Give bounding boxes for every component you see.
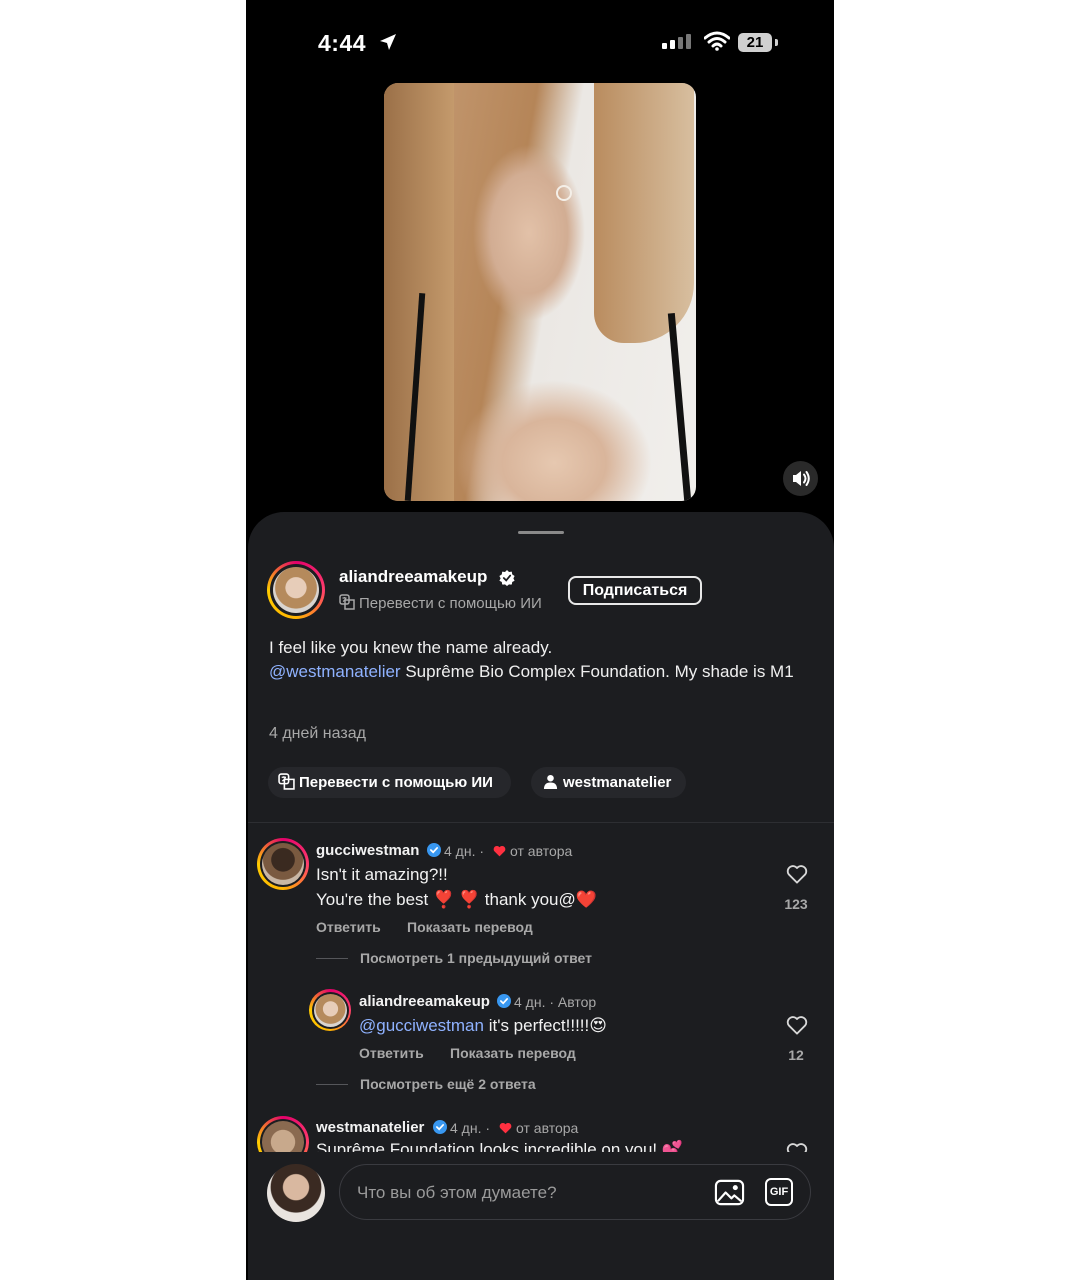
view-replies-button[interactable]: Посмотреть 1 предыдущий ответ — [360, 950, 592, 966]
comments-sheet: aliandreeamakeup Перевести с помощью ИИ … — [248, 512, 834, 1280]
battery-tip — [775, 39, 778, 46]
author-translate-label: Перевести с помощью ИИ — [359, 595, 542, 612]
comment-composer: Что вы об этом думаете? GIF — [248, 1152, 834, 1280]
post-timestamp: 4 дней назад — [269, 725, 366, 742]
author-liked-badge: от автора — [510, 843, 573, 859]
video-strap-right — [667, 313, 692, 501]
heart-icon[interactable] — [786, 864, 808, 884]
show-translation-button[interactable]: Показать перевод — [450, 1045, 576, 1061]
reply-mention[interactable]: @gucciwestman — [359, 1016, 484, 1035]
phone-screen: 4:44 21 aliandreeamakeup Перевести с пом… — [246, 0, 834, 1280]
caption-mention[interactable]: @westmanatelier — [269, 662, 401, 681]
comment-text: Isn't it amazing?!! — [316, 865, 448, 884]
signal-icon — [662, 34, 691, 49]
like-count: 123 — [784, 896, 808, 912]
reply-button[interactable]: Ответить — [316, 919, 381, 935]
author-liked-badge: от автора — [516, 1120, 579, 1136]
translate-chip[interactable]: Перевести с помощью ИИ — [268, 767, 511, 798]
heart-icon — [499, 1122, 512, 1134]
translate-icon — [339, 594, 355, 610]
caption-line-2: @westmanatelier Suprême Bio Complex Foun… — [269, 660, 809, 684]
sound-icon — [793, 471, 810, 486]
comment-input-placeholder: Что вы об этом думаете? — [357, 1183, 557, 1202]
status-bar: 4:44 21 — [246, 22, 834, 66]
show-translation-button[interactable]: Показать перевод — [407, 919, 533, 935]
video-hair — [384, 83, 454, 501]
comment-username[interactable]: gucciwestman — [316, 842, 419, 859]
follow-button[interactable]: Подписаться — [568, 576, 702, 605]
comment-partial: westmanatelier 4 дн. · от автора Suprême… — [248, 1108, 834, 1154]
comment-avatar[interactable] — [257, 838, 309, 890]
caption-line-1: I feel like you knew the name already. — [269, 638, 553, 657]
avatar-image — [273, 567, 319, 613]
avatar-image — [313, 993, 347, 1027]
wifi-icon — [704, 31, 730, 51]
reply-button[interactable]: Ответить — [359, 1045, 424, 1061]
like-count: 12 — [788, 1047, 804, 1063]
author-translate[interactable]: Перевести с помощью ИИ — [339, 594, 542, 612]
current-user-avatar[interactable] — [267, 1164, 325, 1222]
user-icon — [543, 774, 558, 789]
verified-icon — [497, 994, 511, 1008]
tagged-user-label: westmanatelier — [563, 774, 672, 791]
heart-icon[interactable] — [786, 1015, 808, 1035]
status-time: 4:44 — [318, 30, 367, 56]
video-earring — [556, 185, 572, 201]
gif-icon[interactable]: GIF — [765, 1178, 793, 1206]
reply-body: it's perfect!!!!!😍 — [483, 1016, 607, 1035]
tagged-user-chip[interactable]: westmanatelier — [531, 767, 686, 798]
location-arrow-icon — [380, 34, 396, 50]
sound-button[interactable] — [783, 461, 818, 496]
verified-icon — [499, 570, 515, 586]
sheet-drag-handle[interactable] — [518, 531, 564, 534]
battery-icon: 21 — [738, 33, 772, 52]
comment-time: 4 дн. · — [444, 843, 485, 859]
comment-text: You're the best ❣️ ❣️ thank you@❤️ — [316, 890, 597, 909]
reply-time: 4 дн. · Автор — [514, 994, 597, 1010]
reel-video[interactable] — [384, 83, 696, 501]
verified-icon — [433, 1120, 447, 1134]
translate-chip-label: Перевести с помощью ИИ — [299, 774, 493, 791]
reply-text: @gucciwestman it's perfect!!!!!😍 — [359, 1016, 607, 1036]
avatar-image — [262, 843, 304, 885]
comment-time: 4 дн. · — [450, 1120, 491, 1136]
post-caption: I feel like you knew the name already. @… — [269, 636, 809, 684]
gif-label: GIF — [769, 1186, 789, 1198]
heart-icon — [493, 845, 506, 857]
image-icon[interactable] — [714, 1177, 745, 1208]
replies-line — [316, 1084, 348, 1085]
divider — [248, 822, 834, 823]
translate-icon — [278, 773, 295, 790]
reply-avatar[interactable] — [309, 989, 351, 1031]
battery-level: 21 — [746, 34, 764, 51]
verified-icon — [427, 843, 441, 857]
comment-username[interactable]: westmanatelier — [316, 1119, 424, 1136]
video-hair-back — [594, 83, 694, 343]
view-more-replies-button[interactable]: Посмотреть ещё 2 ответа — [360, 1076, 536, 1092]
replies-line — [316, 958, 348, 959]
comment-input[interactable]: Что вы об этом думаете? GIF — [339, 1164, 811, 1220]
reply-username[interactable]: aliandreeamakeup — [359, 993, 490, 1010]
comment-avatar[interactable] — [257, 1116, 309, 1154]
author-avatar[interactable] — [267, 561, 325, 619]
post-author-name[interactable]: aliandreeamakeup — [339, 567, 487, 587]
caption-text: Suprême Bio Complex Foundation. My shade… — [400, 662, 794, 681]
